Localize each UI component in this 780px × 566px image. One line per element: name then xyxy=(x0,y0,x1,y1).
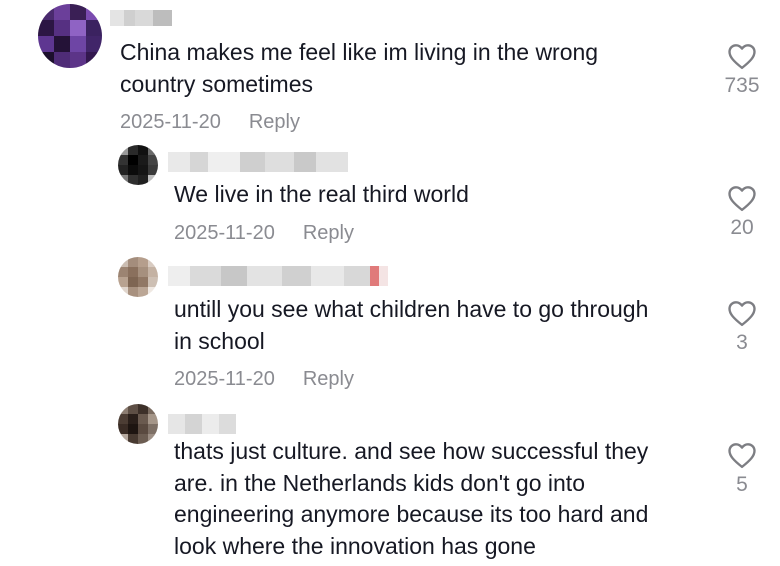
like-button[interactable]: 3 xyxy=(712,299,772,355)
avatar-pixel xyxy=(54,20,70,36)
avatar-pixel xyxy=(138,414,148,424)
avatar-pixel xyxy=(148,414,158,424)
avatar-pixel xyxy=(148,165,158,175)
comment-text: We live in the real third world xyxy=(174,181,469,207)
avatar-pixel xyxy=(128,145,138,155)
avatar-pixel xyxy=(70,36,86,52)
avatar-pixel xyxy=(86,20,102,36)
avatar[interactable] xyxy=(118,257,158,297)
heart-icon xyxy=(728,44,756,70)
comment-date: 2025-11-20 xyxy=(174,222,275,244)
avatar-pixel xyxy=(118,287,128,297)
comment-text: thats just culture. and see how successf… xyxy=(174,438,649,559)
avatar-pixel xyxy=(148,175,158,185)
like-count: 20 xyxy=(730,216,754,239)
avatar-pixel xyxy=(128,404,138,414)
reply-button[interactable]: Reply xyxy=(249,111,300,134)
avatar-pixel xyxy=(128,175,138,185)
like-button[interactable]: 5 xyxy=(712,441,772,497)
like-count: 735 xyxy=(724,74,760,97)
avatar-pixel xyxy=(148,155,158,165)
avatar-pixel xyxy=(138,287,148,297)
heart-icon xyxy=(728,301,756,327)
avatar[interactable] xyxy=(118,145,158,185)
avatar-pixel xyxy=(128,165,138,175)
avatar-pixel xyxy=(118,434,128,444)
avatar-pixel xyxy=(138,165,148,175)
avatar-pixel xyxy=(148,287,158,297)
avatar-pixel xyxy=(138,267,148,277)
comment-meta: 2025-11-20 Reply xyxy=(174,222,354,245)
avatar-pixel xyxy=(138,175,148,185)
like-count: 3 xyxy=(736,331,748,354)
comment-text: China makes me feel like im living in th… xyxy=(120,39,599,97)
username-blurred[interactable] xyxy=(110,10,172,26)
avatar-pixel xyxy=(128,155,138,165)
avatar-pixel xyxy=(128,257,138,267)
avatar-pixel xyxy=(138,145,148,155)
comment-date: 2025-11-20 xyxy=(174,368,275,390)
avatar-pixel xyxy=(148,434,158,444)
avatar-pixel xyxy=(70,4,86,20)
avatar-pixel xyxy=(128,267,138,277)
comment-date: 2025-11-20 xyxy=(120,111,221,133)
like-button[interactable]: 20 xyxy=(712,184,772,240)
avatar-pixel xyxy=(138,257,148,267)
avatar-pixel xyxy=(118,414,128,424)
comment-text: untill you see what children have to go … xyxy=(174,296,649,354)
avatar-pixel xyxy=(128,434,138,444)
avatar-pixel xyxy=(70,20,86,36)
avatar-pixel xyxy=(148,404,158,414)
comment-meta: 2025-11-20 Reply xyxy=(174,368,354,391)
avatar-pixel xyxy=(70,52,86,68)
avatar-pixel xyxy=(38,20,54,36)
avatar-pixel xyxy=(138,277,148,287)
avatar-pixel xyxy=(138,155,148,165)
avatar-pixel xyxy=(128,414,138,424)
avatar-pixel xyxy=(54,52,70,68)
avatar-pixel xyxy=(118,165,128,175)
avatar-pixel xyxy=(38,36,54,52)
heart-icon xyxy=(728,186,756,212)
avatar-pixel xyxy=(86,4,102,20)
username-blurred[interactable] xyxy=(168,266,388,286)
avatar-pixel xyxy=(128,287,138,297)
avatar-pixel xyxy=(118,175,128,185)
avatar-pixel xyxy=(138,424,148,434)
avatar-pixel xyxy=(118,424,128,434)
avatar-pixel xyxy=(38,52,54,68)
username-blurred[interactable] xyxy=(168,152,348,172)
like-button[interactable]: 735 xyxy=(712,42,772,98)
avatar-pixel xyxy=(148,257,158,267)
avatar-pixel xyxy=(118,145,128,155)
avatar[interactable] xyxy=(118,404,158,444)
avatar-pixel xyxy=(138,404,148,414)
reply-button[interactable]: Reply xyxy=(303,222,354,245)
like-count: 5 xyxy=(736,473,748,496)
avatar-pixel xyxy=(54,4,70,20)
comment-meta: 2025-11-20 Reply xyxy=(120,111,300,134)
avatar-pixel xyxy=(148,267,158,277)
avatar-pixel xyxy=(86,52,102,68)
avatar-pixel xyxy=(118,257,128,267)
avatar-pixel xyxy=(148,145,158,155)
avatar-pixel xyxy=(118,404,128,414)
avatar[interactable] xyxy=(38,4,102,68)
avatar-pixel xyxy=(86,36,102,52)
username-blurred[interactable] xyxy=(168,414,236,434)
avatar-pixel xyxy=(54,36,70,52)
avatar-pixel xyxy=(38,4,54,20)
avatar-pixel xyxy=(118,277,128,287)
avatar-pixel xyxy=(128,424,138,434)
avatar-pixel xyxy=(148,277,158,287)
heart-icon xyxy=(728,443,756,469)
avatar-pixel xyxy=(118,155,128,165)
avatar-pixel xyxy=(148,424,158,434)
avatar-pixel xyxy=(138,434,148,444)
avatar-pixel xyxy=(118,267,128,277)
reply-button[interactable]: Reply xyxy=(303,368,354,391)
avatar-pixel xyxy=(128,277,138,287)
